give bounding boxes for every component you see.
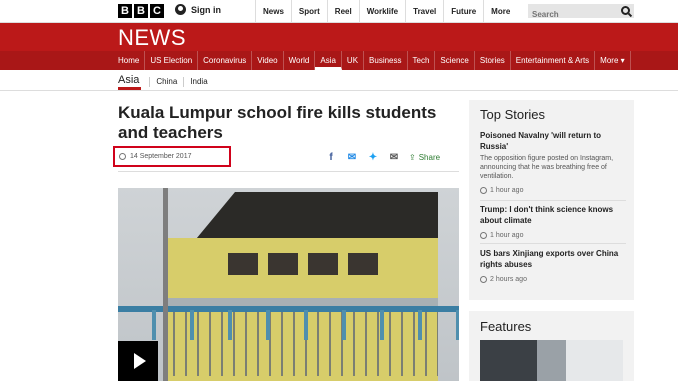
story-time: 2 hours ago (480, 276, 626, 283)
global-nav-worklife[interactable]: Worklife (358, 0, 405, 23)
news-banner: NEWS (0, 23, 678, 51)
logo-letter-c: C (150, 4, 164, 18)
logo-letter-b2: B (134, 4, 148, 18)
feature-image[interactable] (480, 340, 623, 381)
global-nav: News Sport Reel Worklife Travel Future M… (255, 0, 553, 23)
user-icon (175, 4, 186, 15)
global-nav-travel[interactable]: Travel (405, 0, 443, 23)
search-icon[interactable] (621, 6, 630, 15)
news-nav-us-election[interactable]: US Election (145, 51, 199, 70)
features-panel: Features (469, 311, 634, 381)
story-time-label: 2 hours ago (490, 276, 527, 283)
share-button[interactable]: ⇪ Share (409, 153, 440, 162)
logo-letter-b1: B (118, 4, 132, 18)
list-item[interactable]: Poisoned Navalny 'will return to Russia'… (480, 130, 626, 194)
subnav-item-china[interactable]: China (149, 77, 183, 87)
sign-in-label: Sign in (191, 4, 221, 15)
story-time-label: 1 hour ago (490, 187, 524, 194)
global-header: B B C Sign in News Sport Reel Worklife T… (0, 0, 678, 23)
article-headline: Kuala Lumpur school fire kills students … (118, 103, 437, 142)
news-nav-tech[interactable]: Tech (408, 51, 436, 70)
divider (118, 171, 459, 172)
news-nav-asia[interactable]: Asia (315, 51, 342, 70)
global-nav-sport[interactable]: Sport (290, 0, 327, 23)
news-nav-stories[interactable]: Stories (475, 51, 511, 70)
messenger-icon[interactable]: ✉ (346, 151, 358, 163)
share-tools: f ✉ ✦ ✉ ⇪ Share (325, 151, 440, 163)
news-nav-entertainment-arts[interactable]: Entertainment & Arts (511, 51, 596, 70)
news-nav-more[interactable]: More ▾ (595, 51, 631, 70)
story-time: 1 hour ago (480, 187, 626, 194)
clock-icon (480, 232, 487, 239)
search-box (528, 4, 634, 22)
share-icon: ⇪ (409, 152, 416, 162)
utility-pole (163, 188, 168, 381)
global-nav-news[interactable]: News (255, 0, 291, 23)
article-date: 14 September 2017 (130, 153, 192, 160)
facebook-icon[interactable]: f (325, 151, 337, 163)
windows (228, 253, 378, 275)
article-hero-image[interactable] (118, 188, 459, 381)
news-nav-video[interactable]: Video (252, 51, 284, 70)
story-time-label: 1 hour ago (490, 232, 524, 239)
clock-icon (480, 187, 487, 194)
subnav-item-india[interactable]: India (183, 77, 213, 87)
play-icon[interactable] (118, 341, 158, 381)
news-nav-home[interactable]: Home (113, 51, 146, 70)
sign-in-link[interactable]: Sign in (175, 4, 221, 15)
story-time: 1 hour ago (480, 232, 626, 239)
bbc-logo[interactable]: B B C (118, 4, 164, 18)
email-icon[interactable]: ✉ (388, 151, 400, 163)
top-stories-title: Top Stories (480, 107, 546, 122)
share-label: Share (418, 152, 441, 162)
divider (0, 90, 678, 91)
news-nav-uk[interactable]: UK (342, 51, 365, 70)
subnav-section-title[interactable]: Asia (118, 74, 142, 90)
story-headline[interactable]: Poisoned Navalny 'will return to Russia' (480, 130, 626, 152)
story-headline[interactable]: US bars Xinjiang exports over China righ… (480, 248, 626, 270)
news-nav: Home US Election Coronavirus Video World… (0, 51, 678, 70)
article-date-highlight: 14 September 2017 (113, 146, 231, 167)
story-headline[interactable]: Trump: I don't think science knows about… (480, 204, 626, 226)
news-nav-coronavirus[interactable]: Coronavirus (198, 51, 253, 70)
clock-icon (480, 276, 487, 283)
features-title: Features (480, 319, 532, 334)
news-nav-world[interactable]: World (284, 51, 316, 70)
top-stories-panel: Top Stories Poisoned Navalny 'will retur… (469, 100, 634, 300)
list-item[interactable]: Trump: I don't think science knows about… (480, 204, 626, 239)
divider (480, 200, 626, 201)
story-summary: The opposition figure posted on Instagra… (480, 155, 614, 180)
search-input[interactable] (528, 7, 616, 22)
twitter-icon[interactable]: ✦ (367, 151, 379, 163)
global-nav-reel[interactable]: Reel (326, 0, 359, 23)
news-nav-more-label: More (600, 56, 619, 65)
clock-icon (119, 153, 126, 160)
news-title[interactable]: NEWS (118, 25, 186, 51)
news-nav-business[interactable]: Business (364, 51, 408, 70)
global-nav-future[interactable]: Future (443, 0, 483, 23)
section-subnav: Asia China India (118, 72, 214, 90)
news-nav-science[interactable]: Science (435, 51, 475, 70)
divider (480, 243, 626, 244)
list-item[interactable]: US bars Xinjiang exports over China righ… (480, 248, 626, 283)
